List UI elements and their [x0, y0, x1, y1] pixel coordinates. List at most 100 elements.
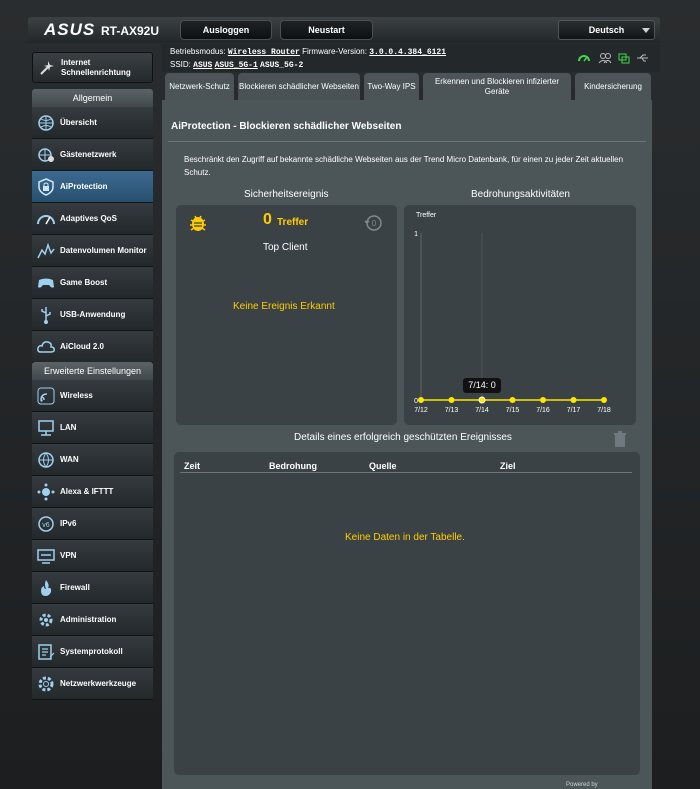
language-value: Deutsch	[588, 25, 625, 35]
sidebar-item-vpn[interactable]: VPN	[32, 540, 153, 572]
data-point	[601, 397, 607, 403]
language-select[interactable]: Deutsch	[558, 20, 655, 40]
chevron-down-icon	[642, 28, 650, 33]
sidebar-item-label: Datenvolumen Monitor	[60, 245, 147, 255]
threat-activity-title: Bedrohungsaktivitäten	[471, 189, 570, 200]
admin-gear-icon	[39, 613, 53, 626]
sidebar-item-administration[interactable]: Administration	[32, 604, 153, 636]
sidebar-item-guest-network[interactable]: Gästenetzwerk	[32, 139, 153, 171]
bug-icon	[190, 215, 206, 231]
column-source: Quelle	[369, 461, 397, 471]
data-point	[509, 397, 516, 403]
network-tools-icon	[38, 676, 54, 691]
no-data-message: Keine Daten in der Tabelle.	[345, 532, 465, 543]
clients-status-icon[interactable]	[598, 52, 612, 64]
threat-activity-chart: Treffer 1 0 7/12 7/13 7/14 7/15 7/16 7/17 7/18	[414, 212, 611, 414]
tab-malicious-sites[interactable]: Blockieren schädlicher Webseiten	[238, 73, 360, 101]
tab-infected-devices[interactable]: Erkennen und Blockieren infizierter Gerä…	[423, 73, 571, 100]
sidebar-item-label: Übersicht	[60, 117, 97, 127]
event-table-panel	[174, 452, 640, 775]
cloud-icon	[37, 340, 55, 353]
sidebar-item-label: IPv6	[60, 518, 77, 528]
sidebar-item-wan[interactable]: WAN	[32, 444, 153, 476]
quick-internet-setup[interactable]: Internet Schnellenrichtung	[32, 52, 153, 83]
ssid-1[interactable]: ASUS	[193, 61, 212, 70]
no-event-message: Keine Ereignis Erkannt	[233, 301, 335, 312]
brand-logo: ASUS	[44, 20, 96, 39]
svg-text:0: 0	[372, 219, 377, 228]
operation-mode-line: Betriebsmodus: Wireless Router Firmware-…	[170, 47, 446, 57]
page-title: AiProtection - Blockieren schädlicher We…	[171, 121, 402, 132]
usb-icon	[41, 306, 51, 324]
y-tick-label: 0	[414, 398, 418, 405]
sidebar-item-aiprotection[interactable]: AiProtection	[32, 171, 153, 203]
sidebar-item-adaptive-qos[interactable]: Adaptives QoS	[32, 203, 153, 235]
sidebar-item-label: VPN	[60, 550, 77, 560]
usb-device-status-icon[interactable]	[617, 52, 631, 64]
quick-setup-icon	[40, 60, 54, 75]
tab-network-protection[interactable]: Netzwerk-Schutz	[165, 73, 234, 100]
x-tick-label: 7/13	[445, 407, 459, 414]
globe-map-icon	[38, 114, 54, 131]
data-point	[570, 397, 577, 403]
sidebar-item-label: Adaptives QoS	[60, 213, 117, 223]
sidebar-item-wireless[interactable]: Wireless	[32, 380, 153, 412]
sidebar-item-aicloud[interactable]: AiCloud 2.0	[32, 331, 153, 363]
title-divider	[168, 141, 646, 142]
lan-icon	[38, 419, 54, 436]
sidebar-item-label: Game Boost	[60, 277, 108, 287]
usb-plug-icon[interactable]	[636, 52, 650, 64]
sidebar-item-system-log[interactable]: Systemprotokoll	[32, 636, 153, 668]
restart-button[interactable]: Neustart	[280, 20, 373, 40]
sidebar-item-firewall[interactable]: Firewall	[32, 572, 153, 604]
sidebar-item-network-tools[interactable]: Netzwerkwerkzeuge	[32, 668, 153, 700]
data-point	[540, 397, 546, 403]
tab-parental-control[interactable]: Kindersicherung	[575, 73, 651, 100]
sidebar-item-traffic-monitor[interactable]: Datenvolumen Monitor	[32, 235, 153, 267]
svg-text:v6: v6	[42, 522, 50, 529]
top-client-label: Top Client	[263, 242, 308, 253]
trash-icon[interactable]	[613, 431, 627, 448]
internet-status-icon[interactable]	[577, 52, 591, 64]
sidebar-item-label: AiProtection	[60, 181, 108, 191]
syslog-icon	[38, 643, 55, 660]
general-header: Allgemein	[32, 89, 153, 107]
sidebar-item-label: AiCloud 2.0	[60, 341, 105, 351]
sidebar-general: Allgemein Übersicht Gästenetzwerk AiProt…	[32, 89, 153, 363]
x-tick-label: 7/14	[475, 407, 489, 414]
details-title: Details eines erfolgreich geschützten Er…	[294, 432, 512, 443]
chart-tooltip: 7/14: 0	[463, 378, 501, 393]
sidebar-advanced: Erweiterte Einstellungen Wireless LAN WA…	[32, 362, 153, 700]
speedometer-icon	[37, 214, 55, 224]
history-icon[interactable]: 0	[364, 213, 384, 233]
quick-setup-label: Internet Schnellenrichtung	[61, 57, 131, 77]
sidebar-item-overview[interactable]: Übersicht	[32, 107, 153, 139]
advanced-header: Erweiterte Einstellungen	[32, 362, 153, 380]
operation-mode-link[interactable]: Wireless Router	[228, 48, 300, 57]
sidebar-item-label: Alexa & IFTTT	[60, 486, 114, 496]
sidebar-item-ipv6[interactable]: v6 IPv6	[32, 508, 153, 540]
gamepad-icon	[38, 278, 54, 288]
vpn-icon	[37, 548, 55, 564]
ssid-label: SSID:	[170, 60, 191, 69]
alexa-icon	[37, 483, 55, 500]
sidebar-item-lan[interactable]: LAN	[32, 412, 153, 444]
tab-two-way-ips[interactable]: Two-Way IPS	[364, 73, 419, 100]
sidebar-item-game-boost[interactable]: Game Boost	[32, 267, 153, 299]
lock-shield-icon	[38, 177, 54, 196]
sidebar-item-label: Gästenetzwerk	[60, 149, 117, 159]
traffic-chart-icon	[37, 242, 55, 258]
sidebar-item-alexa-ifttt[interactable]: Alexa & IFTTT	[32, 476, 153, 508]
sidebar-item-label: Systemprotokoll	[60, 646, 123, 656]
column-time: Zeit	[184, 461, 201, 471]
ssid-2[interactable]: ASUS_5G-1	[215, 61, 258, 70]
sidebar-item-label: Firewall	[60, 582, 90, 592]
sidebar-item-usb[interactable]: USB-Anwendung	[32, 299, 153, 331]
firmware-link[interactable]: 3.0.0.4.384_6121	[369, 48, 446, 57]
ssid-3[interactable]: ASUS_5G-2	[260, 61, 303, 70]
powered-by-label: Powered by	[566, 782, 598, 788]
column-threat: Bedrohung	[269, 461, 317, 471]
hits-label: Treffer	[277, 217, 309, 228]
router-model: RT-AX92U	[101, 24, 160, 38]
logout-button[interactable]: Ausloggen	[180, 20, 272, 40]
